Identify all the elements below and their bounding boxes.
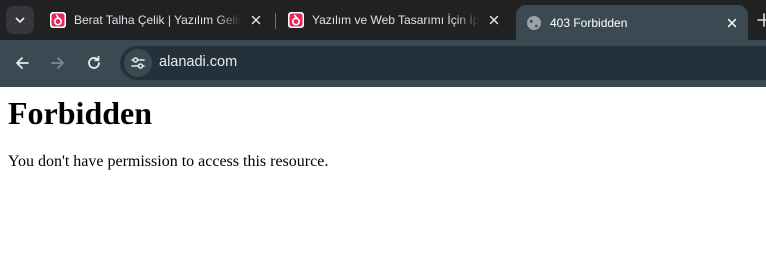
tab-title: 403 Forbidden: [550, 15, 628, 30]
close-tab-icon[interactable]: [724, 15, 740, 31]
url-text[interactable]: alanadi.com: [159, 54, 237, 70]
address-bar[interactable]: alanadi.com: [120, 46, 766, 80]
page-content: Forbidden You don't have permission to a…: [0, 87, 766, 259]
tune-icon: [131, 57, 145, 69]
tab-title: Berat Talha Çelik | Yazılım Geliştirici: [74, 13, 242, 27]
site-info-button[interactable]: [124, 49, 152, 77]
tab-strip: Berat Talha Çelik | Yazılım Geliştirici …: [0, 0, 766, 40]
close-tab-icon[interactable]: [486, 12, 502, 28]
site-logo-icon: [50, 12, 66, 28]
arrow-right-icon: [51, 57, 64, 69]
reload-icon: [88, 55, 100, 69]
site-logo-icon: [288, 12, 304, 28]
new-tab-button[interactable]: [756, 12, 766, 28]
tab-search-button[interactable]: [6, 6, 34, 34]
tab-title: Yazılım ve Web Tasarımı İçin İpuçları: [312, 13, 480, 27]
globe-icon: [527, 15, 541, 30]
tab-yazilim-web-tasarimi[interactable]: Yazılım ve Web Tasarımı İçin İpuçları: [278, 6, 510, 34]
chevron-down-icon: [15, 17, 25, 23]
reload-button[interactable]: [82, 51, 106, 75]
tab-403-forbidden[interactable]: 403 Forbidden: [516, 5, 748, 40]
plus-icon: [757, 13, 766, 27]
close-tab-icon[interactable]: [248, 12, 264, 28]
back-button[interactable]: [10, 51, 34, 75]
tab-berat-talha[interactable]: Berat Talha Çelik | Yazılım Geliştirici: [40, 6, 272, 34]
browser-toolbar: alanadi.com: [0, 40, 766, 87]
arrow-left-icon: [16, 57, 29, 69]
tab-separator: [275, 13, 276, 29]
forward-button[interactable]: [46, 51, 70, 75]
page-heading: Forbidden: [8, 95, 153, 131]
error-message: You don't have permission to access this…: [8, 153, 329, 170]
